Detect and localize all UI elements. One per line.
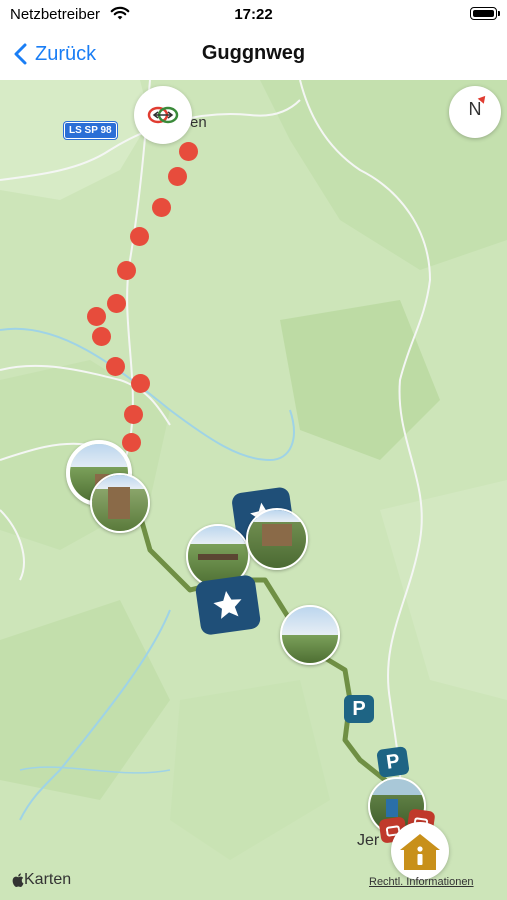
parking-label: P: [384, 749, 402, 774]
trail-logo-icon: [147, 106, 179, 124]
map-view[interactable]: LS SP 98 en N P P Jer Karten Rechtl. Inf…: [0, 80, 507, 900]
route-dot: [179, 142, 198, 161]
info-button[interactable]: [391, 822, 449, 880]
compass-label: N: [468, 99, 482, 119]
route-dot: [168, 167, 187, 186]
route-dot: [107, 294, 126, 313]
apple-logo-icon: [12, 873, 24, 887]
route-dot: [87, 307, 106, 326]
place-label: en: [190, 114, 207, 131]
photo-marker[interactable]: [280, 605, 340, 665]
parking-marker[interactable]: P: [376, 746, 410, 778]
navigation-bar: Zurück Guggnweg: [0, 28, 507, 80]
place-label: Jer: [357, 832, 380, 849]
route-dot: [124, 405, 143, 424]
parking-marker[interactable]: P: [344, 695, 374, 723]
clock: 17:22: [234, 6, 273, 23]
route-dot: [130, 227, 149, 246]
status-bar: Netzbetreiber 17:22: [0, 0, 507, 28]
page-title: Guggnweg: [201, 42, 306, 64]
trail-logo-marker[interactable]: [134, 86, 192, 144]
star-icon: [213, 590, 242, 619]
maps-attribution: Karten: [12, 871, 71, 889]
maps-attribution-label: Karten: [24, 871, 72, 888]
route-dot: [152, 198, 171, 217]
compass-button[interactable]: N: [449, 86, 501, 138]
parking-label: P: [352, 697, 366, 720]
route-dot: [117, 261, 136, 280]
photo-marker[interactable]: [246, 508, 308, 570]
route-dot: [106, 357, 125, 376]
route-dot: [131, 374, 150, 393]
legal-link[interactable]: Rechtl. Informationen: [369, 876, 474, 888]
info-house-icon: [400, 834, 440, 870]
photo-marker[interactable]: [90, 473, 150, 533]
route-dot: [92, 327, 111, 346]
battery-icon: [470, 7, 500, 20]
highlight-poi-marker[interactable]: [194, 574, 262, 636]
road-label: LS SP 98: [64, 122, 117, 139]
